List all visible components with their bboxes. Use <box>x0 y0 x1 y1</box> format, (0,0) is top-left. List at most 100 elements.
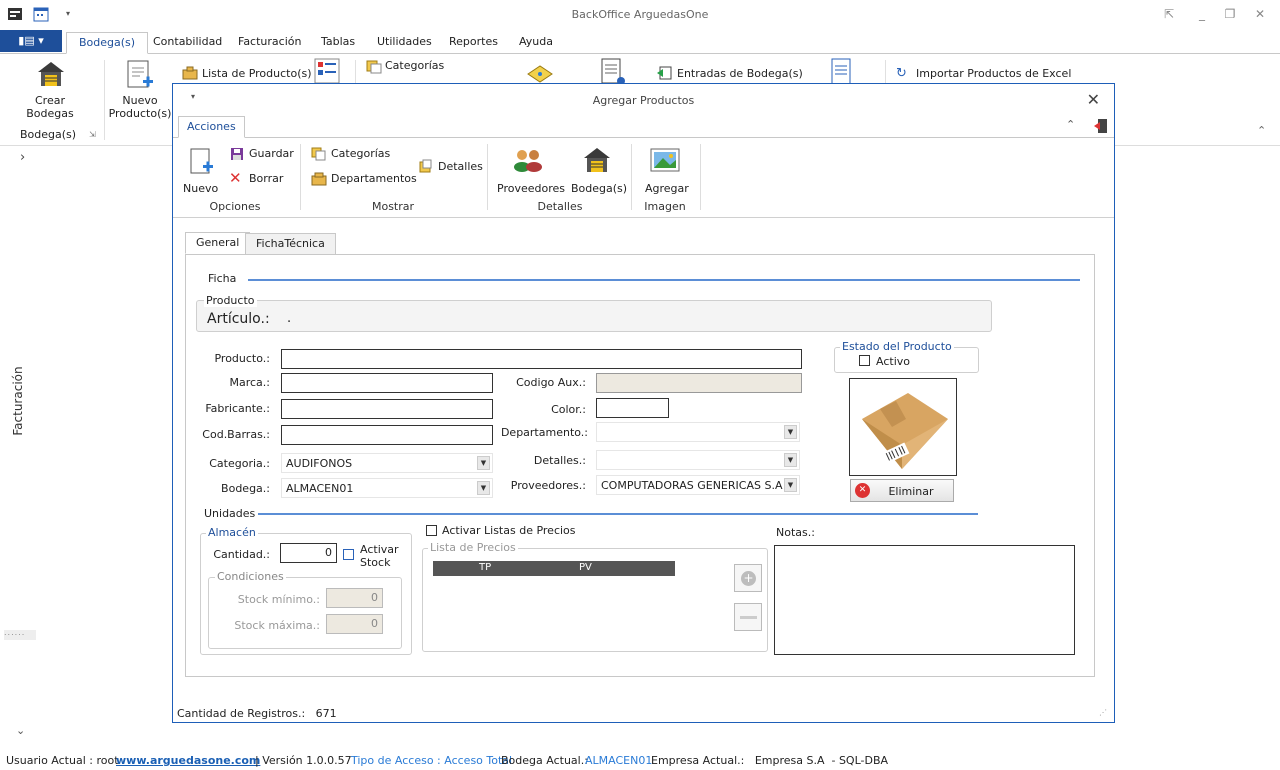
registros-count: Cantidad de Registros.: 671 <box>177 707 337 720</box>
new-document-icon <box>189 148 215 179</box>
dialog-title: Agregar Productos <box>592 94 695 107</box>
tab-tablas[interactable]: Tablas <box>309 32 367 54</box>
website-link[interactable]: www.arguedasone.com <box>116 754 260 767</box>
title-bar: ▾ BackOffice ArguedasOne ⇱ _ ❐ ✕ <box>0 0 1280 30</box>
minimize-icon[interactable]: _ <box>1194 6 1210 22</box>
dialog-launcher-icon[interactable]: ⇲ <box>89 130 96 139</box>
stock-maximo-input[interactable]: 0 <box>326 614 383 634</box>
tab-utilidades[interactable]: Utilidades <box>365 32 444 54</box>
activar-precios-checkbox[interactable] <box>426 525 437 536</box>
codigo-aux-input[interactable] <box>596 373 802 393</box>
tab-facturacion[interactable]: Facturación <box>226 32 313 54</box>
separator <box>487 144 488 210</box>
cantidad-input[interactable]: 0 <box>280 543 337 563</box>
marca-input[interactable] <box>281 373 493 393</box>
file-menu-button[interactable]: ▮▤ ▾ <box>0 30 62 52</box>
section-divider <box>248 279 1080 281</box>
resize-grip-icon[interactable]: ⋰ <box>1099 708 1107 717</box>
tab-fichatecnica[interactable]: FichaTécnica <box>245 233 336 255</box>
dialog-ribbon: Nuevo Guardar ✕ Borrar Opciones Categorí… <box>173 138 1114 218</box>
scroll-down-icon[interactable]: ⌄ <box>16 724 25 737</box>
unidades-section-label: Unidades <box>204 507 256 520</box>
bodega-label: Bodega.: <box>221 482 270 495</box>
nav-group-label[interactable]: Facturación <box>11 361 25 441</box>
proveedores-button[interactable]: Proveedores <box>497 180 565 198</box>
cod-barras-input[interactable] <box>281 425 493 445</box>
minus-icon <box>740 616 757 619</box>
remove-precio-button[interactable] <box>734 603 762 631</box>
activo-checkbox[interactable] <box>859 355 870 366</box>
entradas-bodega-button[interactable]: Entradas de Bodega(s) <box>677 67 803 80</box>
agregar-imagen-button[interactable]: Agregar <box>645 180 689 198</box>
save-icon <box>230 147 244 164</box>
exit-icon[interactable] <box>1093 118 1109 137</box>
guardar-button[interactable]: Guardar <box>249 145 294 163</box>
detalles-button[interactable]: Detalles <box>438 158 483 176</box>
departamento-select[interactable]: ▼ <box>596 422 800 442</box>
tab-acciones[interactable]: Acciones <box>178 116 245 138</box>
activar-stock-checkbox[interactable] <box>343 549 354 560</box>
chevron-down-icon[interactable]: ▼ <box>784 453 797 467</box>
importar-excel-button[interactable]: Importar Productos de Excel <box>916 67 1071 80</box>
tab-reportes[interactable]: Reportes <box>437 32 510 54</box>
chevron-down-icon[interactable]: ▼ <box>784 425 797 439</box>
stock-minimo-input[interactable]: 0 <box>326 588 383 608</box>
col-tp-header[interactable]: TP <box>479 562 491 573</box>
fabricante-input[interactable] <box>281 399 493 419</box>
fabricante-label: Fabricante.: <box>205 402 270 415</box>
categoria-select[interactable]: AUDIFONOS ▼ <box>281 453 493 473</box>
eliminar-button[interactable]: ✕ Eliminar <box>850 479 954 502</box>
navigation-pane: › Facturación ...... ⌄ <box>0 146 172 746</box>
restore-ribbon-icon[interactable]: ⇱ <box>1161 6 1177 22</box>
expand-nav-icon[interactable]: › <box>20 150 25 165</box>
lista-productos-button[interactable]: Lista de Producto(s) <box>202 67 312 80</box>
categorias-ribbon-button[interactable]: Categorías <box>385 59 444 72</box>
delete-icon: ✕ <box>229 169 242 187</box>
categoria-label: Categoria.: <box>209 457 270 470</box>
categories-icon <box>366 60 382 77</box>
departamentos-button[interactable]: Departamentos <box>331 170 417 188</box>
producto-group-title: Producto <box>204 294 257 307</box>
mostrar-group-label: Mostrar <box>371 200 415 213</box>
proveedores-label: Proveedores.: <box>510 479 586 492</box>
borrar-button[interactable]: Borrar <box>249 170 283 188</box>
splitter-handle[interactable]: ...... <box>4 629 36 640</box>
close-window-icon[interactable]: ✕ <box>1252 6 1268 22</box>
tab-contabilidad[interactable]: Contabilidad <box>141 32 234 54</box>
ficha-section-label: Ficha <box>208 272 237 285</box>
notas-label: Notas.: <box>776 526 815 539</box>
detalles-select[interactable]: ▼ <box>596 450 800 470</box>
product-image[interactable] <box>849 378 957 476</box>
proveedores-value: COMPUTADORAS GENERICAS S.A <box>601 479 783 492</box>
new-product-icon <box>125 60 155 93</box>
precios-grid[interactable]: TP PV <box>433 561 717 637</box>
codigo-aux-label: Codigo Aux.: <box>516 376 586 389</box>
tab-ayuda[interactable]: Ayuda <box>507 32 565 54</box>
lista-precios-title: Lista de Precios <box>428 541 518 554</box>
app-title: BackOffice ArguedasOne <box>571 8 709 21</box>
tab-general[interactable]: General <box>185 232 251 254</box>
nuevo-button[interactable]: Nuevo <box>183 180 218 198</box>
suppliers-icon <box>513 147 543 176</box>
nuevo-producto-button[interactable]: Nuevo Producto(s) <box>108 94 172 120</box>
crear-bodegas-button[interactable]: Crear Bodegas <box>20 94 80 120</box>
producto-input[interactable] <box>281 349 802 369</box>
bodega-actual-value: ALMACEN01 <box>585 754 653 767</box>
color-input[interactable] <box>596 398 669 418</box>
notas-textarea[interactable] <box>774 545 1075 655</box>
categorias-button[interactable]: Categorías <box>331 145 390 163</box>
tab-bodegas[interactable]: Bodega(s) <box>66 32 149 54</box>
bodega-select[interactable]: ALMACEN01 ▼ <box>281 478 493 498</box>
chevron-down-icon[interactable]: ▼ <box>784 478 797 492</box>
bodegas-button[interactable]: Bodega(s) <box>571 180 627 198</box>
add-precio-button[interactable]: + <box>734 564 762 592</box>
collapse-ribbon-icon[interactable]: ⌃ <box>1066 118 1075 131</box>
package-box-icon <box>862 393 948 469</box>
eliminar-label: Eliminar <box>888 485 934 498</box>
almacen-title: Almacén <box>206 526 258 539</box>
maximize-icon[interactable]: ❐ <box>1222 6 1238 22</box>
close-dialog-icon[interactable]: ✕ <box>1087 90 1100 109</box>
col-pv-header[interactable]: PV <box>579 562 592 573</box>
collapse-ribbon-icon[interactable]: ⌃ <box>1257 124 1266 137</box>
proveedores-select[interactable]: COMPUTADORAS GENERICAS S.A ▼ <box>596 475 800 495</box>
